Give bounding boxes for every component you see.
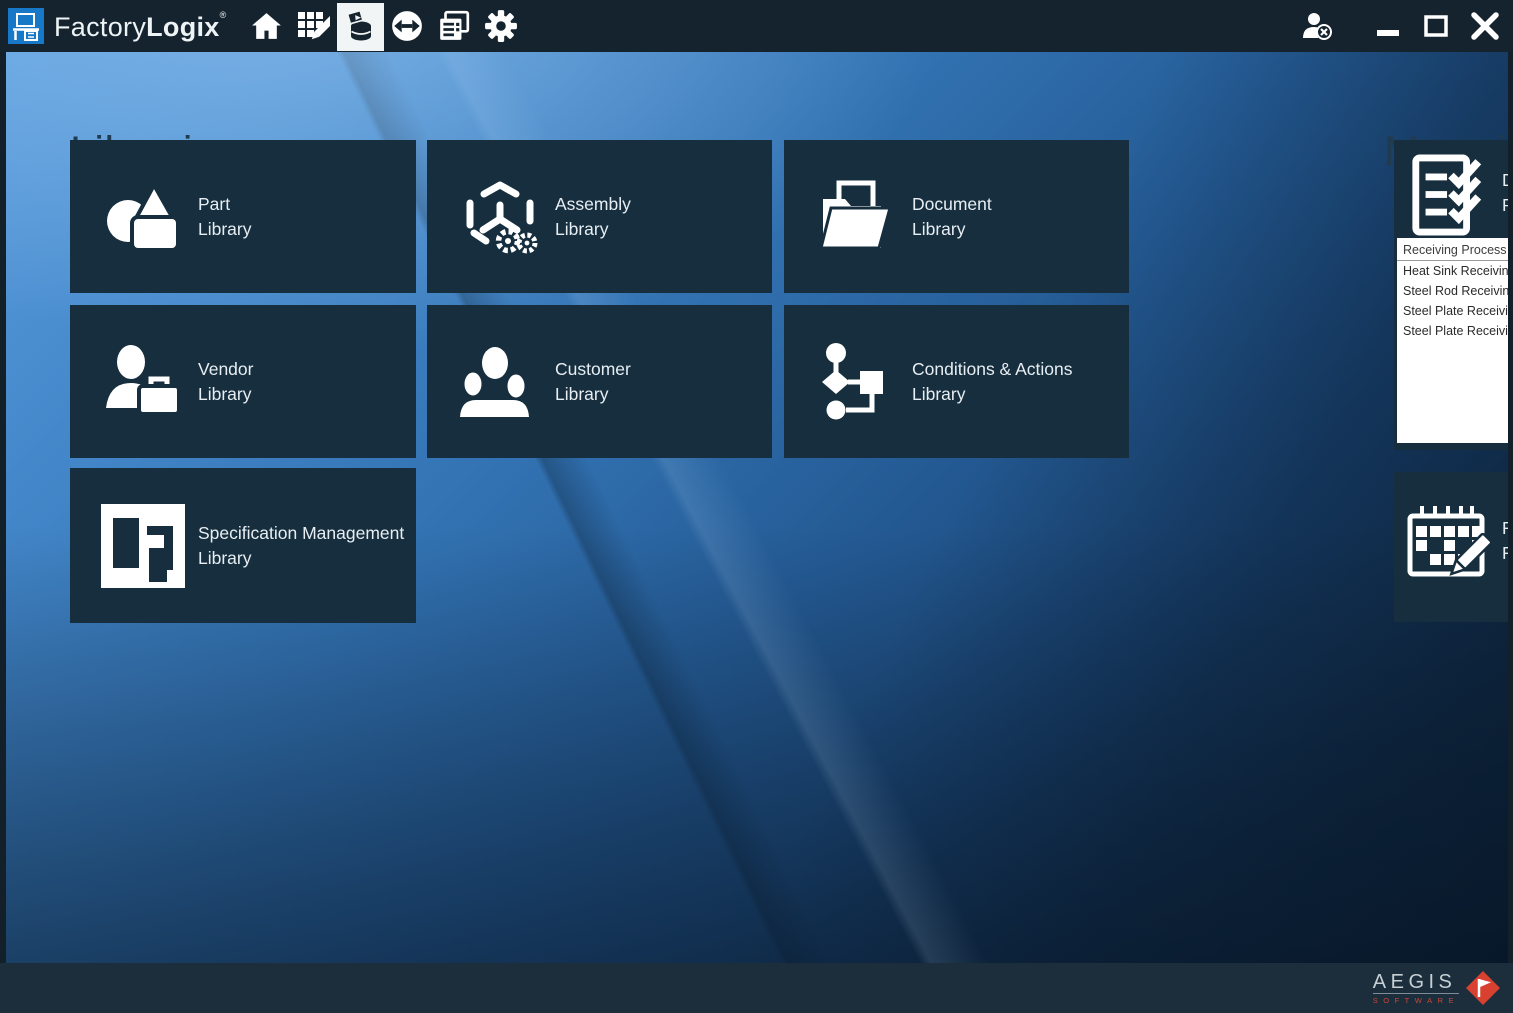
tile-label: VendorLibrary (198, 357, 253, 407)
tile-label-clipped: D P (1502, 168, 1508, 218)
titlebar-right (1295, 4, 1513, 48)
tile-part-library[interactable]: PartLibrary (70, 140, 416, 293)
maximize-button[interactable] (1415, 7, 1457, 45)
footer-bar: AEGIS SOFTWARE (0, 963, 1513, 1013)
calendar-edit-icon (1406, 500, 1496, 590)
tile-label-clipped: F F (1502, 516, 1508, 566)
nav-table-edit[interactable] (290, 0, 337, 52)
maximize-icon (1423, 13, 1449, 39)
tile-planning[interactable]: F F (1394, 472, 1508, 622)
assembly-cube-icon (458, 175, 542, 259)
tile-label: AssemblyLibrary (555, 192, 631, 242)
tile-customer-library[interactable]: CustomerLibrary (427, 305, 772, 458)
user-x-icon (1301, 10, 1333, 42)
nav-settings[interactable] (478, 0, 525, 52)
list-item[interactable]: Steel Plate Receiving Process (1397, 301, 1508, 321)
tile-label: PartLibrary (198, 192, 252, 242)
tile-document-library[interactable]: DocumentLibrary (784, 140, 1129, 293)
main-content: Libraries Materials PartLibrary (6, 52, 1508, 963)
minimize-icon (1375, 13, 1401, 39)
close-button[interactable] (1463, 7, 1507, 45)
document-folder-icon (815, 175, 899, 259)
minimize-button[interactable] (1367, 7, 1409, 45)
tile-label: Specification ManagementLibrary (198, 521, 404, 571)
spec-docs-icon (101, 504, 185, 588)
tile-vendor-library[interactable]: VendorLibrary (70, 305, 416, 458)
library-data-icon (343, 10, 377, 44)
home-icon (250, 10, 283, 43)
settings-gear-icon (484, 9, 518, 43)
nav-reports[interactable] (431, 0, 478, 52)
receiving-process-list: Receiving Process Heat Sink Receiving Pr… (1397, 238, 1508, 443)
sync-arrows-icon (390, 9, 424, 43)
app-title: FactoryLogix® (54, 10, 227, 43)
nav-sync[interactable] (384, 0, 431, 52)
customers-people-icon (458, 340, 542, 424)
list-item[interactable]: Steel Plate Receiving Process (1397, 321, 1508, 341)
nav-libraries[interactable] (337, 3, 384, 51)
list-column-header[interactable]: Receiving Process (1397, 238, 1508, 261)
main-nav (243, 0, 525, 52)
flowchart-icon (815, 340, 899, 424)
aegis-logo-text: AEGIS SOFTWARE (1373, 972, 1459, 1005)
nav-home[interactable] (243, 0, 290, 52)
close-icon (1469, 10, 1501, 42)
tile-label: Conditions & ActionsLibrary (912, 357, 1073, 407)
tile-assembly-library[interactable]: AssemblyLibrary (427, 140, 772, 293)
reports-windows-icon (437, 9, 471, 43)
aegis-logo: AEGIS SOFTWARE (1373, 968, 1503, 1008)
vendor-person-icon (101, 340, 185, 424)
checklist-icon (1408, 152, 1490, 238)
list-item[interactable]: Steel Rod Receiving Process (1397, 281, 1508, 301)
tile-conditions-actions-library[interactable]: Conditions & ActionsLibrary (784, 305, 1129, 458)
shapes-icon (101, 175, 185, 259)
list-item[interactable]: Heat Sink Receiving Process (1397, 261, 1508, 281)
tile-label: DocumentLibrary (912, 192, 992, 242)
aegis-diamond-icon (1463, 968, 1503, 1008)
tile-specification-management-library[interactable]: Specification ManagementLibrary (70, 468, 416, 623)
tile-label: CustomerLibrary (555, 357, 631, 407)
table-edit-icon (296, 9, 330, 43)
desk-icon (10, 10, 42, 42)
factorylogix-logo (8, 8, 44, 44)
titlebar: FactoryLogix® (0, 0, 1513, 52)
tile-receiving-processes[interactable]: D P Receiving Process Heat Sink Receivin… (1394, 140, 1508, 450)
logoff-button[interactable] (1295, 4, 1339, 48)
